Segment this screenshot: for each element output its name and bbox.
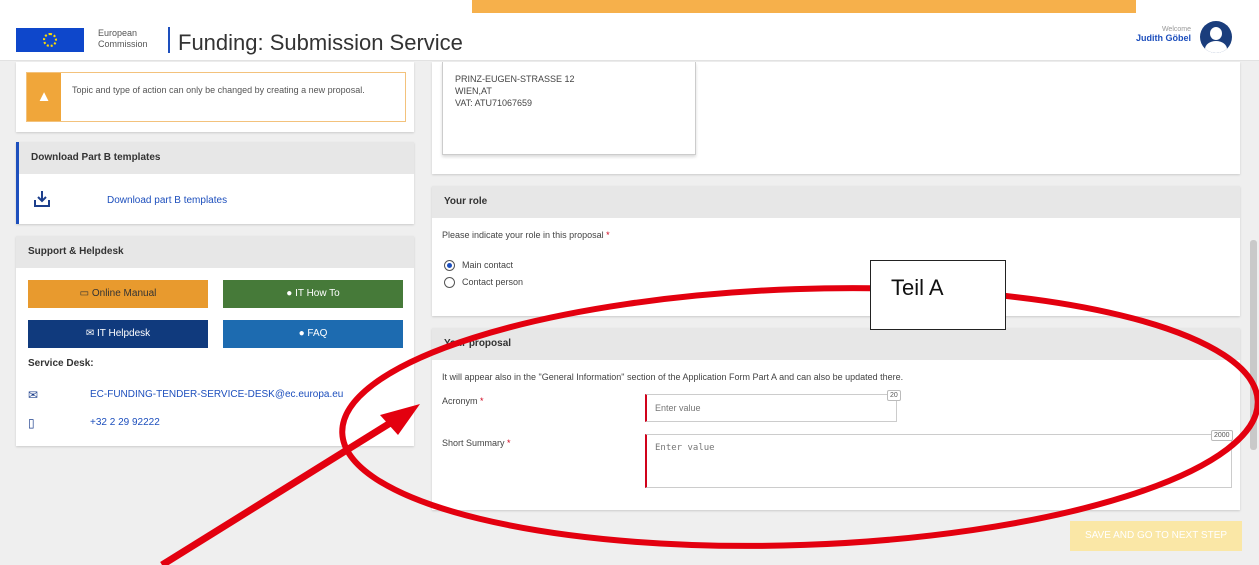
warning-box: ▲ Topic and type of action can only be c… — [26, 72, 406, 122]
radio-main-contact[interactable] — [444, 260, 455, 271]
address-vat: VAT: ATU71067659 — [455, 98, 533, 108]
service-desk-label: Service Desk: — [28, 358, 94, 369]
topic-warning-card: ▲ Topic and type of action can only be c… — [16, 62, 414, 132]
logo-divider — [168, 27, 170, 53]
download-templates-link[interactable]: Download part B templates — [107, 195, 227, 206]
role-panel: Your role Please indicate your role in t… — [432, 186, 1240, 316]
eu-flag-logo[interactable] — [16, 28, 84, 52]
info-icon: ● — [286, 288, 296, 299]
short-summary-char-limit: 2000 — [1211, 430, 1233, 441]
templates-card: Download Part B templates Download part … — [16, 142, 414, 224]
user-name[interactable]: Judith Göbel — [1136, 33, 1191, 43]
proposal-title: Your proposal — [432, 328, 1240, 360]
support-title: Support & Helpdesk — [16, 236, 414, 268]
download-icon[interactable] — [33, 190, 51, 208]
user-welcome[interactable]: Welcome Judith Göbel — [1136, 26, 1191, 43]
support-card: Support & Helpdesk ▭ Online Manual ● IT … — [16, 236, 414, 446]
annotation-label: Teil A — [870, 260, 1006, 330]
it-how-to-button[interactable]: ● IT How To — [223, 280, 403, 308]
service-desk-phone[interactable]: +32 2 29 92222 — [90, 417, 160, 428]
acronym-label: Acronym * — [442, 396, 484, 406]
welcome-label: Welcome — [1161, 26, 1191, 33]
organisation-address-box: PRINZ-EUGEN-STRASSE 12 WIEN,AT VAT: ATU7… — [442, 62, 696, 155]
acronym-char-limit: 20 — [887, 390, 901, 401]
role-title: Your role — [432, 186, 1240, 218]
radio-contact-person[interactable] — [444, 277, 455, 288]
proposal-info-text: It will appear also in the "General Info… — [442, 372, 904, 382]
laptop-icon: ▭ — [79, 288, 92, 299]
save-next-step-button[interactable]: SAVE AND GO TO NEXT STEP — [1070, 521, 1242, 551]
app-title: Funding: Submission Service — [178, 30, 463, 55]
mail-icon: ✉ — [85, 328, 97, 339]
radio-contact-person-label[interactable]: Contact person — [462, 277, 523, 287]
short-summary-label: Short Summary * — [442, 438, 511, 448]
faq-button[interactable]: ● FAQ — [223, 320, 403, 348]
warning-icon: ▲ — [27, 73, 61, 121]
address-city: WIEN,AT — [455, 86, 492, 96]
proposal-panel: Your proposal It will appear also in the… — [432, 328, 1240, 510]
envelope-icon: ✉ — [28, 388, 39, 402]
acronym-input[interactable] — [645, 394, 897, 422]
page-scrollbar[interactable] — [1250, 240, 1257, 450]
phone-icon: ▯ — [28, 416, 35, 430]
service-desk-email[interactable]: EC-FUNDING-TENDER-SERVICE-DESK@ec.europa… — [90, 389, 343, 400]
short-summary-input[interactable] — [645, 434, 1232, 488]
it-helpdesk-button[interactable]: ✉ IT Helpdesk — [28, 320, 208, 348]
organisation-panel: PRINZ-EUGEN-STRASSE 12 WIEN,AT VAT: ATU7… — [432, 62, 1240, 174]
ec-logo-text: European Commission — [98, 28, 148, 49]
role-prompt: Please indicate your role in this propos… — [442, 230, 610, 240]
online-manual-button[interactable]: ▭ Online Manual — [28, 280, 208, 308]
templates-title: Download Part B templates — [19, 142, 414, 174]
address-street: PRINZ-EUGEN-STRASSE 12 — [455, 74, 575, 84]
accent-band — [472, 0, 1136, 13]
app-header: European Commission Funding: Submission … — [0, 0, 1259, 61]
service-desk-email-row: ✉ EC-FUNDING-TENDER-SERVICE-DESK@ec.euro… — [28, 388, 408, 402]
service-desk-phone-row: ▯ +32 2 29 92222 — [28, 416, 408, 430]
warning-text: Topic and type of action can only be cha… — [72, 85, 365, 95]
avatar[interactable] — [1200, 21, 1232, 53]
radio-main-contact-label[interactable]: Main contact — [462, 260, 513, 270]
